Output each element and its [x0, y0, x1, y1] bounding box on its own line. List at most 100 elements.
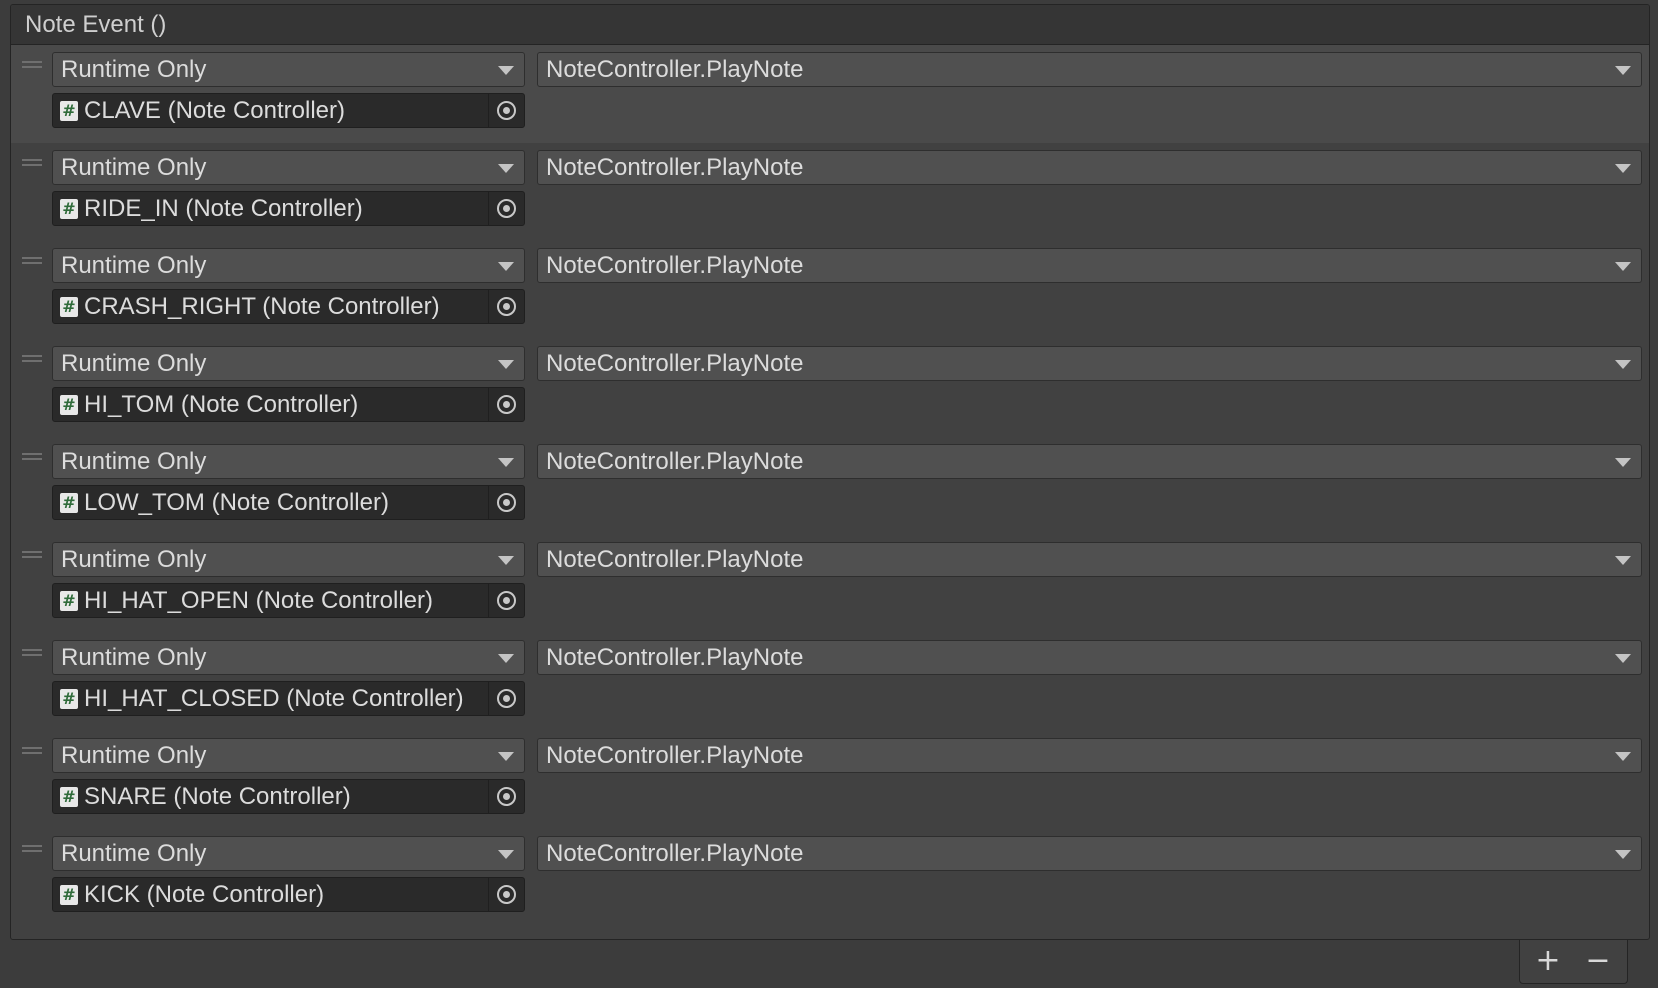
remove-listener-button[interactable]: −: [1578, 944, 1618, 978]
script-icon: #: [60, 297, 78, 317]
drag-handle-icon[interactable]: [22, 157, 42, 167]
target-object-field[interactable]: # KICK (Note Controller): [52, 877, 525, 912]
method-dropdown[interactable]: NoteController.PlayNote: [537, 150, 1642, 185]
drag-handle-icon[interactable]: [22, 451, 42, 461]
dropdown-arrow-icon: [498, 850, 514, 859]
drag-handle-icon[interactable]: [22, 549, 42, 559]
method-label: NoteController.PlayNote: [546, 350, 804, 377]
call-state-label: Runtime Only: [61, 742, 207, 769]
method-dropdown[interactable]: NoteController.PlayNote: [537, 52, 1642, 87]
method-label: NoteController.PlayNote: [546, 252, 804, 279]
object-picker-button[interactable]: [488, 486, 524, 519]
dropdown-arrow-icon: [1615, 556, 1631, 565]
script-icon: #: [60, 493, 78, 513]
method-label: NoteController.PlayNote: [546, 546, 804, 573]
object-picker-button[interactable]: [488, 682, 524, 715]
drag-handle-icon[interactable]: [22, 647, 42, 657]
call-state-dropdown[interactable]: Runtime Only: [52, 738, 525, 773]
drag-handle-icon[interactable]: [22, 255, 42, 265]
listener-row[interactable]: Runtime Only NoteController.PlayNote # CLAV…: [11, 45, 1649, 143]
dropdown-arrow-icon: [498, 556, 514, 565]
call-state-dropdown[interactable]: Runtime Only: [52, 248, 525, 283]
method-label: NoteController.PlayNote: [546, 742, 804, 769]
add-listener-button[interactable]: +: [1528, 944, 1568, 978]
object-picker-button[interactable]: [488, 780, 524, 813]
method-label: NoteController.PlayNote: [546, 644, 804, 671]
object-picker-icon: [497, 199, 516, 218]
object-picker-button[interactable]: [488, 290, 524, 323]
list-footer: + −: [1519, 940, 1628, 984]
drag-handle-icon[interactable]: [22, 745, 42, 755]
object-picker-icon: [497, 885, 516, 904]
listener-row[interactable]: Runtime Only NoteController.PlayNote # LOW_…: [11, 437, 1649, 535]
target-object-field[interactable]: # HI_HAT_CLOSED (Note Controller): [52, 681, 525, 716]
call-state-dropdown[interactable]: Runtime Only: [52, 542, 525, 577]
call-state-label: Runtime Only: [61, 56, 207, 83]
call-state-dropdown[interactable]: Runtime Only: [52, 150, 525, 185]
dropdown-arrow-icon: [498, 66, 514, 75]
event-header: Note Event (): [11, 5, 1649, 45]
object-picker-button[interactable]: [488, 192, 524, 225]
object-picker-icon: [497, 689, 516, 708]
target-object-label: KICK (Note Controller): [84, 881, 325, 908]
method-dropdown[interactable]: NoteController.PlayNote: [537, 836, 1642, 871]
script-icon: #: [60, 689, 78, 709]
object-picker-button[interactable]: [488, 584, 524, 617]
drag-handle-icon[interactable]: [22, 843, 42, 853]
call-state-dropdown[interactable]: Runtime Only: [52, 836, 525, 871]
dropdown-arrow-icon: [1615, 66, 1631, 75]
method-dropdown[interactable]: NoteController.PlayNote: [537, 640, 1642, 675]
listener-row[interactable]: Runtime Only NoteController.PlayNote # RIDE…: [11, 143, 1649, 241]
call-state-dropdown[interactable]: Runtime Only: [52, 640, 525, 675]
listener-row[interactable]: Runtime Only NoteController.PlayNote # HI_T…: [11, 339, 1649, 437]
call-state-dropdown[interactable]: Runtime Only: [52, 346, 525, 381]
target-object-field[interactable]: # LOW_TOM (Note Controller): [52, 485, 525, 520]
dropdown-arrow-icon: [1615, 850, 1631, 859]
call-state-label: Runtime Only: [61, 154, 207, 181]
drag-handle-icon[interactable]: [22, 59, 42, 69]
call-state-dropdown[interactable]: Runtime Only: [52, 444, 525, 479]
dropdown-arrow-icon: [1615, 360, 1631, 369]
object-picker-icon: [497, 591, 516, 610]
target-object-label: HI_TOM (Note Controller): [84, 391, 359, 418]
target-object-label: LOW_TOM (Note Controller): [84, 489, 389, 516]
dropdown-arrow-icon: [498, 262, 514, 271]
listener-row[interactable]: Runtime Only NoteController.PlayNote # HI_H…: [11, 535, 1649, 633]
target-object-label: HI_HAT_CLOSED (Note Controller): [84, 685, 464, 712]
object-picker-icon: [497, 101, 516, 120]
target-object-field[interactable]: # CRASH_RIGHT (Note Controller): [52, 289, 525, 324]
call-state-dropdown[interactable]: Runtime Only: [52, 52, 525, 87]
target-object-field[interactable]: # CLAVE (Note Controller): [52, 93, 525, 128]
dropdown-arrow-icon: [1615, 262, 1631, 271]
target-object-label: CRASH_RIGHT (Note Controller): [84, 293, 440, 320]
dropdown-arrow-icon: [498, 752, 514, 761]
object-picker-button[interactable]: [488, 388, 524, 421]
unity-event-panel: Note Event () Runtime Only NoteController…: [10, 4, 1650, 940]
method-dropdown[interactable]: NoteController.PlayNote: [537, 542, 1642, 577]
call-state-label: Runtime Only: [61, 350, 207, 377]
call-state-label: Runtime Only: [61, 448, 207, 475]
drag-handle-icon[interactable]: [22, 353, 42, 363]
script-icon: #: [60, 591, 78, 611]
object-picker-icon: [497, 395, 516, 414]
target-object-label: HI_HAT_OPEN (Note Controller): [84, 587, 433, 614]
method-dropdown[interactable]: NoteController.PlayNote: [537, 248, 1642, 283]
method-dropdown[interactable]: NoteController.PlayNote: [537, 346, 1642, 381]
call-state-label: Runtime Only: [61, 840, 207, 867]
target-object-field[interactable]: # HI_TOM (Note Controller): [52, 387, 525, 422]
listener-row[interactable]: Runtime Only NoteController.PlayNote # KICK…: [11, 829, 1649, 927]
object-picker-button[interactable]: [488, 878, 524, 911]
method-dropdown[interactable]: NoteController.PlayNote: [537, 444, 1642, 479]
listener-row[interactable]: Runtime Only NoteController.PlayNote # CRAS…: [11, 241, 1649, 339]
listener-row[interactable]: Runtime Only NoteController.PlayNote # HI_H…: [11, 633, 1649, 731]
target-object-field[interactable]: # HI_HAT_OPEN (Note Controller): [52, 583, 525, 618]
dropdown-arrow-icon: [498, 360, 514, 369]
listener-row[interactable]: Runtime Only NoteController.PlayNote # SNAR…: [11, 731, 1649, 829]
script-icon: #: [60, 199, 78, 219]
script-icon: #: [60, 885, 78, 905]
method-dropdown[interactable]: NoteController.PlayNote: [537, 738, 1642, 773]
target-object-field[interactable]: # RIDE_IN (Note Controller): [52, 191, 525, 226]
dropdown-arrow-icon: [498, 164, 514, 173]
target-object-field[interactable]: # SNARE (Note Controller): [52, 779, 525, 814]
object-picker-button[interactable]: [488, 94, 524, 127]
